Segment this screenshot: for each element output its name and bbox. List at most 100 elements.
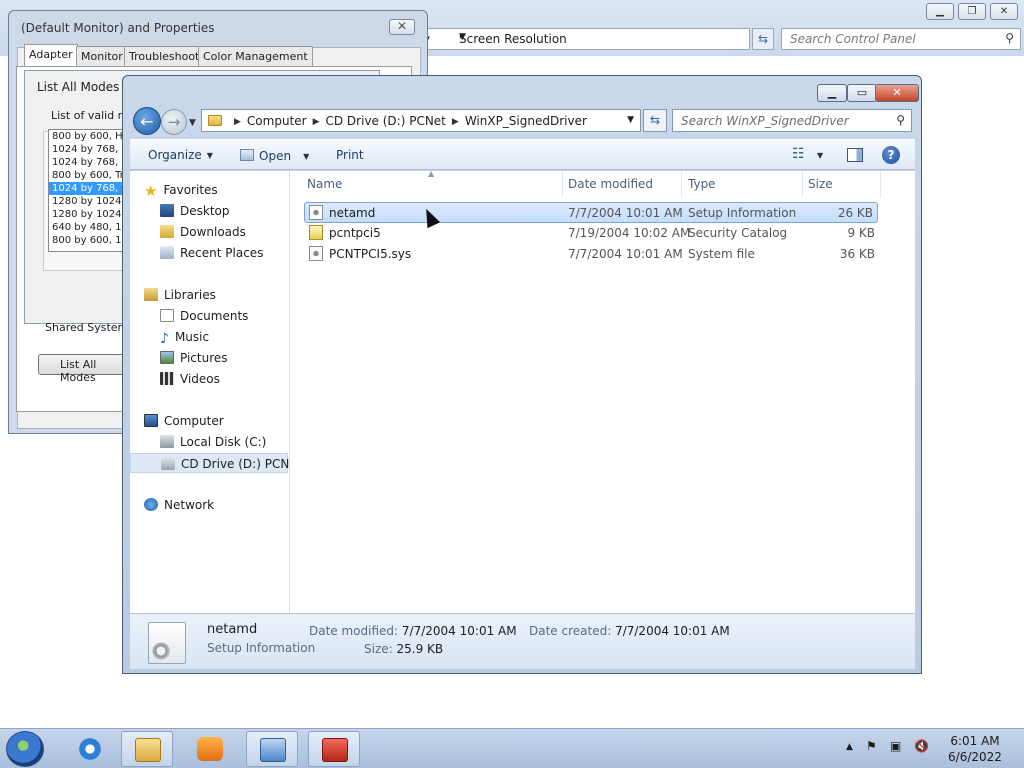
nav-cd-drive[interactable]: CD Drive (D:) PCNet — [130, 453, 301, 473]
pictures-icon — [160, 351, 174, 364]
close-button[interactable]: ✕ — [990, 3, 1018, 20]
address-bar[interactable]: ▶ Computer ▶ CD Drive (D:) PCNet ▶ WinXP_Sign… — [201, 109, 641, 132]
print-button[interactable]: Print — [336, 148, 364, 162]
breadcrumb-folder[interactable]: WinXP_SignedDriver — [465, 114, 587, 128]
nav-network[interactable]: Network — [144, 495, 302, 515]
file-row-netamd[interactable]: netamd 7/7/2004 10:01 AM Setup Informati… — [304, 202, 878, 223]
restore-button[interactable]: ❐ — [958, 3, 986, 20]
column-header-size[interactable]: Size — [808, 177, 833, 191]
device-manager-button[interactable] — [308, 731, 360, 767]
minimize-button[interactable]: ▁ — [817, 84, 847, 102]
organize-button[interactable]: Organize ▼ — [148, 148, 213, 162]
column-divider[interactable] — [681, 171, 682, 198]
back-arrow-icon[interactable]: ← — [133, 107, 161, 135]
control-panel-search-input[interactable]: Search Control Panel ⚲ — [781, 28, 1021, 50]
search-icon[interactable]: ⚲ — [1005, 31, 1014, 45]
nav-computer[interactable]: Computer — [144, 411, 302, 431]
list-item[interactable]: 800 by 600, Tr — [49, 169, 127, 182]
list-item[interactable]: 800 by 600, 16 — [49, 234, 127, 247]
file-name: pcntpci5 — [329, 226, 381, 240]
network-status-icon[interactable]: ▣ — [890, 739, 901, 753]
breadcrumb-cd-drive[interactable]: CD Drive (D:) PCNet — [326, 114, 446, 128]
control-panel-button[interactable] — [246, 731, 298, 767]
computer-icon — [144, 414, 158, 427]
clock-date: 6/6/2022 — [948, 750, 1002, 764]
media-player-icon — [197, 737, 223, 761]
tab-monitor[interactable]: Monitor — [76, 46, 128, 66]
refresh-icon[interactable]: ⇆ — [643, 109, 667, 132]
chevron-down-icon[interactable]: ▼ — [459, 32, 745, 42]
close-button[interactable]: ✕ — [875, 84, 919, 102]
downloads-folder-icon — [160, 225, 174, 238]
action-center-flag-icon[interactable]: ⚑ — [866, 739, 877, 753]
column-divider[interactable] — [802, 171, 803, 198]
breadcrumb-separator-icon[interactable]: ▶ — [452, 117, 459, 127]
file-date: 7/19/2004 10:02 AM — [568, 226, 691, 240]
volume-muted-icon[interactable]: 🔇 — [914, 739, 929, 753]
details-date-modified-label: Date modified: — [309, 624, 399, 638]
list-item[interactable]: 1024 by 768, H — [49, 156, 127, 169]
open-button[interactable]: Open ▼ — [240, 148, 309, 163]
column-divider[interactable] — [562, 171, 563, 198]
folder-search-input[interactable]: Search WinXP_SignedDriver ⚲ — [672, 109, 912, 132]
nav-libraries[interactable]: Libraries — [144, 285, 302, 305]
music-icon: ♪ — [160, 331, 169, 347]
view-options-icon[interactable]: ☷ — [792, 146, 805, 162]
list-item[interactable]: 640 by 480, 16 — [49, 221, 127, 234]
windows-explorer-button[interactable] — [121, 731, 173, 767]
tab-adapter[interactable]: Adapter — [24, 44, 78, 67]
control-panel-address-bar[interactable]: y Screen Resolution ▼ — [416, 28, 750, 50]
list-item-selected[interactable]: 1024 by 768, T — [49, 182, 127, 195]
internet-explorer-button[interactable] — [64, 731, 116, 767]
details-date-created: 7/7/2004 10:01 AM — [615, 624, 730, 638]
nav-label: Network — [164, 498, 215, 512]
details-date-modified: 7/7/2004 10:01 AM — [401, 624, 517, 638]
list-item[interactable]: 800 by 600, Hi — [49, 130, 127, 143]
recent-pages-chevron-icon[interactable]: ▼ — [189, 118, 196, 128]
file-row-pcntpci5[interactable]: pcntpci5 7/19/2004 10:02 AM Security Cat… — [304, 223, 878, 244]
help-icon[interactable]: ? — [882, 146, 900, 164]
column-header-date-modified[interactable]: Date modified — [568, 177, 653, 191]
search-icon[interactable]: ⚲ — [896, 113, 905, 127]
properties-close-button[interactable]: ✕ — [389, 19, 415, 35]
file-type: System file — [688, 247, 755, 261]
folder-icon — [208, 115, 222, 126]
list-all-modes-button[interactable]: List All Modes — [38, 354, 128, 384]
forward-arrow-icon[interactable]: → — [161, 109, 187, 135]
list-item[interactable]: 1280 by 1024, — [49, 208, 127, 221]
show-hidden-icons-chevron[interactable]: ▲ — [846, 742, 853, 752]
nav-label: Downloads — [180, 225, 246, 239]
breadcrumb-separator-icon[interactable]: ▶ — [313, 117, 320, 127]
file-type: Setup Information — [688, 206, 797, 220]
column-header-name[interactable]: Name — [307, 177, 342, 191]
tab-color-management[interactable]: Color Management — [198, 46, 313, 66]
chevron-down-icon[interactable]: ▼ — [627, 115, 634, 125]
breadcrumb-computer[interactable]: Computer — [247, 114, 307, 128]
view-chevron-down-icon[interactable]: ▼ — [812, 148, 823, 162]
nav-favorites[interactable]: ★ Favorites — [144, 180, 302, 200]
system-clock[interactable]: 6:01 AM 6/6/2022 — [944, 733, 1006, 765]
file-row-pcntpci5-sys[interactable]: PCNTPCI5.sys 7/7/2004 10:01 AM System fi… — [304, 244, 878, 265]
column-divider[interactable] — [880, 171, 881, 198]
folder-icon — [135, 738, 161, 762]
minimize-button[interactable]: ▁ — [926, 3, 954, 20]
start-button[interactable] — [6, 731, 44, 767]
tab-troubleshoot[interactable]: Troubleshoot — [124, 46, 205, 66]
refresh-icon[interactable]: ⇆ — [752, 28, 774, 50]
media-player-button[interactable] — [184, 731, 236, 767]
column-header-type[interactable]: Type — [688, 177, 716, 191]
list-item[interactable]: 1024 by 768, 2 — [49, 143, 127, 156]
nav-label: Videos — [180, 372, 220, 386]
chevron-down-icon[interactable]: ▼ — [303, 152, 309, 161]
chevron-down-icon: ▼ — [206, 151, 213, 160]
list-item[interactable]: 1280 by 1024, — [49, 195, 127, 208]
modes-listbox[interactable]: 800 by 600, Hi 1024 by 768, 2 1024 by 76… — [48, 129, 128, 252]
breadcrumb-separator-icon[interactable]: ▶ — [234, 117, 241, 127]
file-name: netamd — [329, 206, 376, 220]
maximize-button[interactable]: ▭ — [847, 84, 877, 102]
preview-pane-icon[interactable] — [847, 148, 863, 162]
security-catalog-icon — [309, 223, 323, 244]
file-list-pane: ▲ Name Date modified Type Size netamd 7/… — [290, 169, 915, 613]
details-date-created-label: Date created: — [529, 624, 612, 638]
toolbox-icon — [322, 738, 348, 762]
